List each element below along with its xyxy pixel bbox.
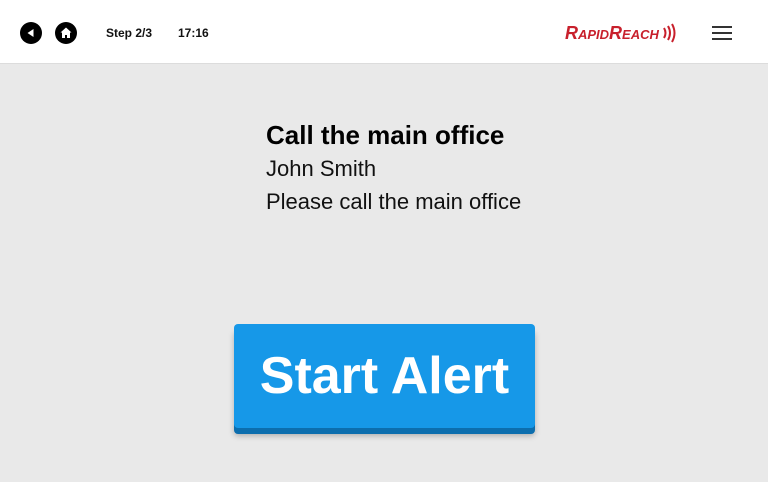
brand-name: RapidReach: [565, 23, 659, 43]
brand-logo: RapidReach: [565, 20, 677, 46]
start-alert-button[interactable]: Start Alert: [234, 324, 535, 428]
menu-button[interactable]: [712, 24, 732, 42]
signal-waves-icon: [663, 23, 676, 43]
clock-time: 17:16: [178, 26, 209, 40]
step-indicator: Step 2/3: [106, 26, 153, 40]
message-body: Please call the main office: [266, 189, 522, 214]
alert-message: Call the main office John Smith Please c…: [266, 118, 706, 218]
start-alert-label: Start Alert: [259, 347, 510, 405]
menu-line-bottom: [712, 38, 732, 40]
message-title: Call the main office: [266, 120, 505, 150]
back-arrow-icon: [27, 29, 34, 37]
hamburger-menu-icon: [712, 26, 732, 28]
home-button[interactable]: [55, 22, 77, 44]
back-button[interactable]: [20, 22, 42, 44]
home-icon: [60, 27, 72, 38]
menu-line-middle: [712, 32, 732, 34]
message-sender: John Smith: [266, 156, 377, 181]
top-bar: Step 2/3 17:16 RapidReach: [0, 0, 768, 64]
